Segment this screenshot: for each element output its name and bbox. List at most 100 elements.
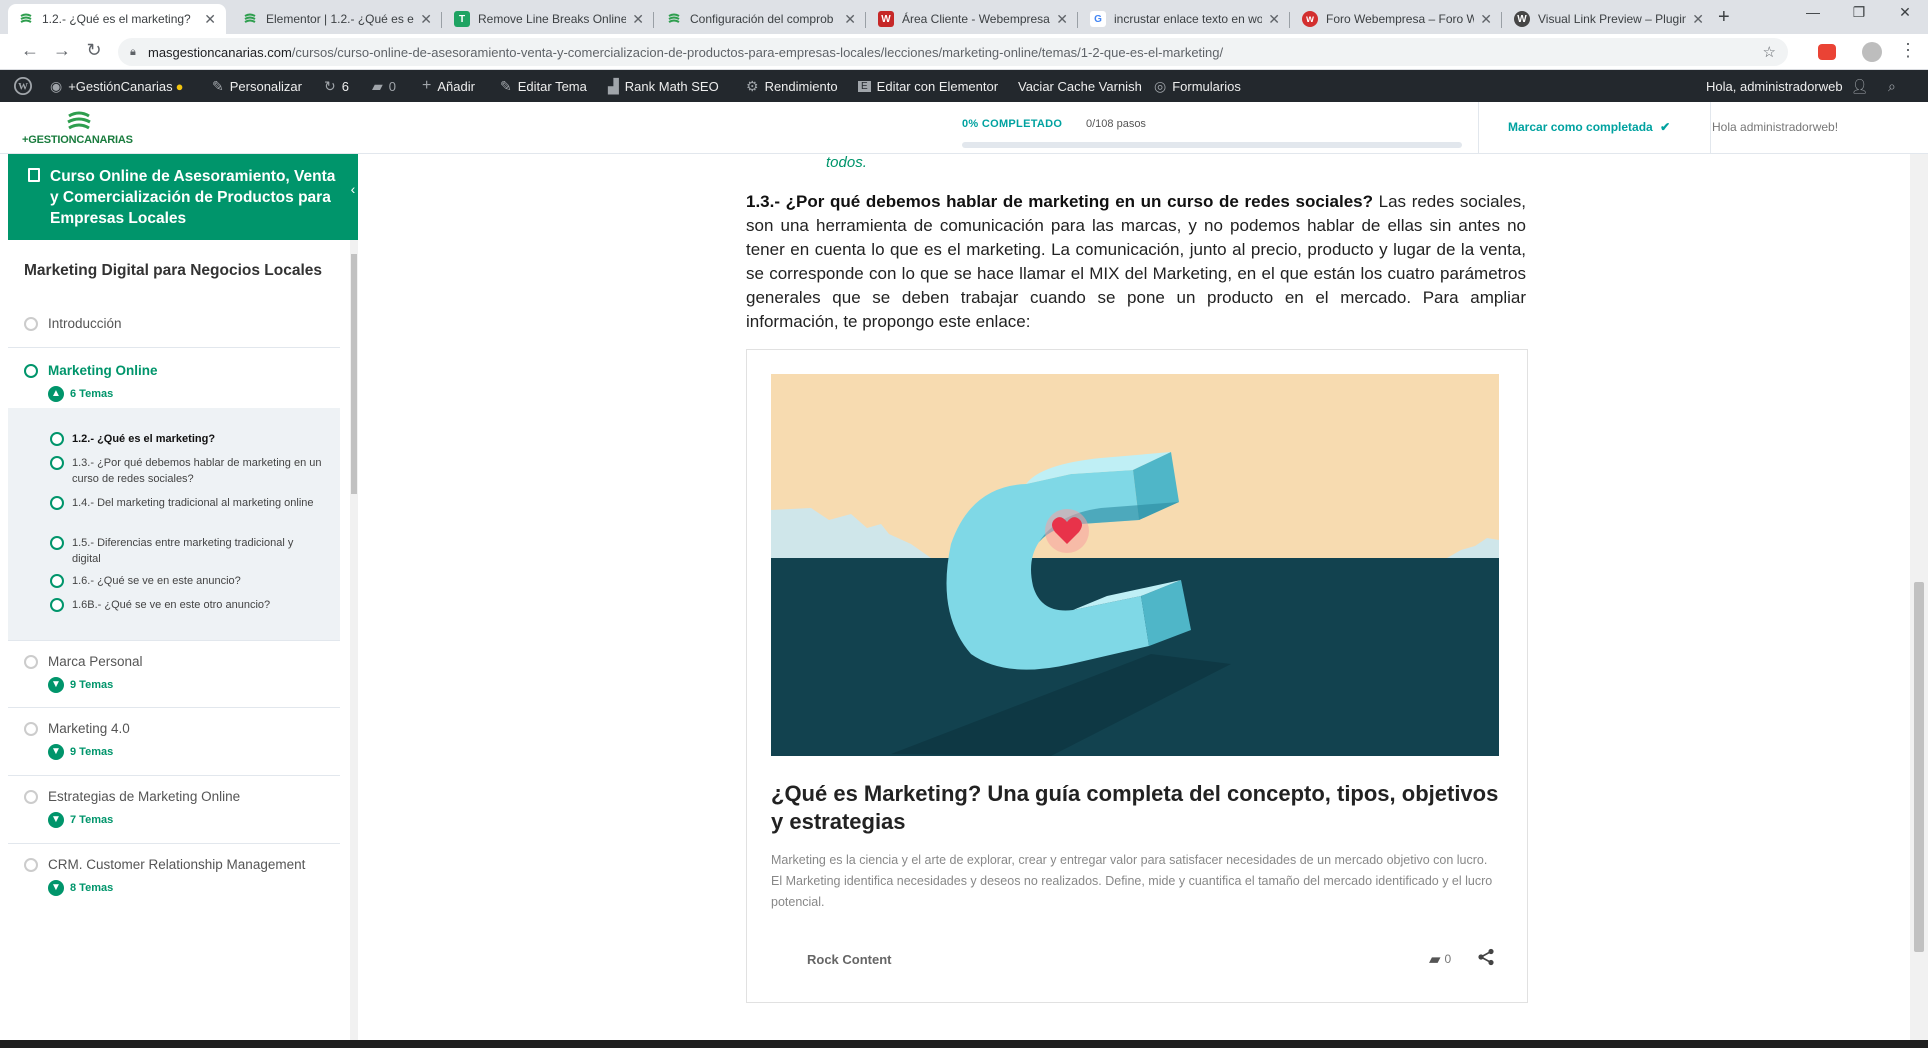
bookmark-star-icon[interactable]: ☆	[1763, 43, 1776, 61]
gear-icon: ⚙	[746, 77, 759, 94]
logo-mark-icon	[67, 111, 91, 130]
minimize-window-button[interactable]: —	[1790, 4, 1836, 20]
browser-tab[interactable]: T Remove Line Breaks Online ✕	[444, 4, 654, 34]
close-tab-icon[interactable]: ✕	[204, 11, 216, 28]
lesson-status-circle-icon	[24, 364, 38, 378]
wp-edit-theme[interactable]: ✎ Editar Tema	[500, 70, 587, 102]
lesson-item[interactable]: Marca Personal ▼ 9 Temas	[8, 640, 340, 708]
browser-tab[interactable]: W Visual Link Preview – Plugin ✕	[1504, 4, 1714, 34]
lesson-item[interactable]: Estrategias de Marketing Online ▼ 7 Tema…	[8, 776, 340, 844]
close-tab-icon[interactable]: ✕	[844, 11, 856, 28]
tab-title: incrustar enlace texto en wo	[1114, 12, 1263, 26]
close-tab-icon[interactable]: ✕	[1480, 11, 1492, 28]
progress-percentage: 0% COMPLETADO	[962, 118, 1063, 130]
paragraph-body: Las redes sociales, son una herramienta …	[746, 192, 1527, 331]
topics-toggle[interactable]: ▲ 6 Temas	[48, 386, 113, 402]
forward-arrow-icon[interactable]: →	[50, 40, 74, 61]
close-tab-icon[interactable]: ✕	[632, 11, 644, 28]
site-logo[interactable]: +GESTIONCANARIAS	[22, 110, 142, 150]
close-window-button[interactable]: ✕	[1882, 4, 1928, 21]
wp-purge-varnish[interactable]: Vaciar Cache Varnish	[1018, 70, 1142, 102]
close-tab-icon[interactable]: ✕	[1268, 11, 1280, 28]
restore-window-button[interactable]: ❐	[1836, 4, 1882, 21]
forms-icon: ◎	[1154, 77, 1167, 94]
extension-badge-icon[interactable]	[1818, 44, 1836, 60]
wp-updates[interactable]: ↻ 6	[324, 70, 349, 102]
paragraph-heading: 1.3.- ¿Por qué debemos hablar de marketi…	[746, 192, 1373, 211]
sidebar-scrollbar[interactable]	[350, 240, 358, 1048]
browser-tab[interactable]: Elementor | 1.2.- ¿Qué es el ✕	[232, 4, 442, 34]
topic-status-circle-icon	[50, 496, 64, 510]
topics-toggle[interactable]: ▼ 9 Temas	[48, 744, 113, 760]
wp-add-new[interactable]: + Añadir	[422, 70, 475, 102]
browser-menu-icon[interactable]: ⋮	[1896, 40, 1920, 61]
comment-bubble-icon: ▰	[372, 77, 383, 94]
wp-site-name[interactable]: ◉ +GestiónCanarias ●	[50, 70, 184, 102]
browser-tab[interactable]: Configuración del comprob ✕	[656, 4, 866, 34]
lesson-item[interactable]: CRM. Customer Relationship Management ▼ …	[8, 844, 340, 912]
profile-avatar-icon[interactable]	[1862, 42, 1882, 62]
link-preview-source[interactable]: Rock Content	[807, 952, 892, 967]
wp-search-icon[interactable]: ⌕	[1888, 70, 1902, 102]
address-bar[interactable]: 🔒︎ masgestioncanarias.com/cursos/curso-o…	[118, 38, 1788, 66]
back-arrow-icon[interactable]: ←	[18, 40, 42, 61]
sidebar-scrollbar-thumb[interactable]	[351, 254, 357, 494]
course-title-block[interactable]: Curso Online de Asesoramiento, Venta y C…	[8, 154, 358, 240]
course-header: +GESTIONCANARIAS 0% COMPLETADO 0/108 pas…	[0, 102, 1928, 154]
wp-comments[interactable]: ▰ 0	[372, 70, 396, 102]
page-scrollbar[interactable]	[1910, 154, 1928, 1048]
topics-toggle[interactable]: ▼ 7 Temas	[48, 812, 113, 828]
browser-toolbar: ← → ↻ 🔒︎ masgestioncanarias.com/cursos/c…	[0, 34, 1928, 70]
dashboard-gauge-icon: ◉	[50, 77, 63, 94]
wp-account[interactable]: Hola, administradorweb 👤︎	[1706, 70, 1868, 102]
topic-status-circle-icon	[50, 598, 64, 612]
topic-status-circle-icon	[50, 456, 64, 470]
link-preview-comments[interactable]: ▰ 0	[1429, 950, 1451, 968]
tab-title: Configuración del comprob	[690, 12, 834, 26]
gestion-canarias-favicon-icon	[242, 11, 258, 27]
share-icon[interactable]	[1477, 948, 1495, 971]
wordpress-favicon-icon: W	[1514, 11, 1530, 27]
wp-customize[interactable]: ✎ Personalizar	[212, 70, 302, 102]
browser-tab-active[interactable]: 1.2.- ¿Qué es el marketing? ✕	[8, 4, 226, 34]
topics-toggle[interactable]: ▼ 8 Temas	[48, 880, 113, 896]
lock-icon: 🔒︎	[130, 46, 136, 58]
chevron-down-icon: ▼	[48, 812, 64, 828]
browser-tab[interactable]: w Foro Webempresa – Foro W ✕	[1292, 4, 1502, 34]
page-scrollbar-thumb[interactable]	[1914, 582, 1924, 952]
wp-edit-elementor[interactable]: E Editar con Elementor	[858, 70, 998, 102]
lesson-item[interactable]: Marketing 4.0 ▼ 9 Temas	[8, 708, 340, 776]
tab-title: Remove Line Breaks Online	[478, 12, 627, 26]
link-preview-card[interactable]: ¿Qué es Marketing? Una guía completa del…	[746, 349, 1528, 1003]
close-tab-icon[interactable]: ✕	[420, 11, 432, 28]
link-preview-description: Marketing es la ciencia y el arte de exp…	[771, 853, 1493, 909]
lesson-item[interactable]: Introducción	[8, 302, 340, 348]
wp-forms[interactable]: ◎ Formularios	[1154, 70, 1241, 102]
wp-performance[interactable]: ⚙ Rendimiento	[746, 70, 838, 102]
user-greeting: Hola administradorweb!	[1712, 120, 1839, 134]
close-tab-icon[interactable]: ✕	[1056, 11, 1068, 28]
browser-tab[interactable]: W Área Cliente - Webempresa ✕	[868, 4, 1078, 34]
course-sidebar: Curso Online de Asesoramiento, Venta y C…	[8, 154, 358, 1048]
wordpress-logo-icon[interactable]: W	[14, 70, 32, 102]
course-book-icon	[28, 168, 40, 182]
tab-title: Elementor | 1.2.- ¿Qué es el	[266, 12, 415, 26]
link-preview-title[interactable]: ¿Qué es Marketing? Una guía completa del…	[771, 780, 1501, 836]
reload-icon[interactable]: ↻	[82, 40, 106, 61]
wp-rank-math[interactable]: ▟ Rank Math SEO	[608, 70, 719, 102]
chevron-down-icon: ▼	[48, 744, 64, 760]
webempresa-favicon-icon: W	[878, 11, 894, 27]
link-preview-image-magnet[interactable]	[771, 374, 1499, 756]
browser-tab-strip: 1.2.- ¿Qué es el marketing? ✕ Elementor …	[0, 0, 1928, 34]
progress-bar	[962, 142, 1462, 148]
topics-panel: 1.2.- ¿Qué es el marketing? 1.3.- ¿Por q…	[8, 408, 340, 640]
new-tab-button[interactable]: +	[1718, 6, 1730, 29]
browser-tab[interactable]: G incrustar enlace texto en wo ✕	[1080, 4, 1290, 34]
lesson-content: todos. 1.3.- ¿Por qué debemos hablar de …	[358, 154, 1908, 1048]
topics-toggle[interactable]: ▼ 9 Temas	[48, 677, 113, 693]
user-avatar-icon: 👤︎	[1850, 77, 1869, 94]
google-favicon-icon: G	[1090, 11, 1106, 27]
t-favicon-icon: T	[454, 11, 470, 27]
close-tab-icon[interactable]: ✕	[1692, 11, 1704, 28]
mark-complete-button[interactable]: Marcar como completada ✔	[1508, 120, 1670, 134]
